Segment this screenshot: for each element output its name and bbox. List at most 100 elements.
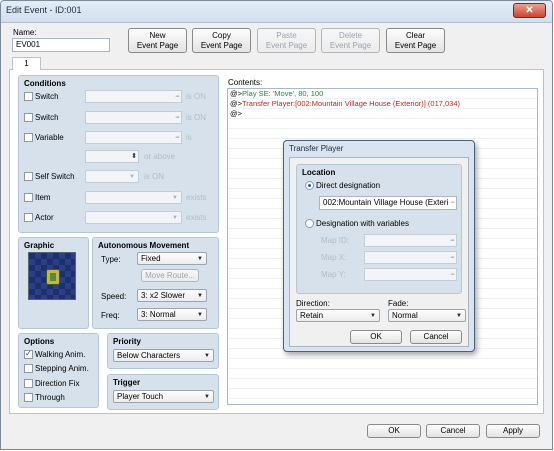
walking-anim-checkbox[interactable] (24, 349, 33, 359)
switch1-select[interactable]: ··· (85, 90, 182, 103)
conditions-title: Conditions (24, 79, 66, 88)
switch1-checkbox[interactable] (24, 92, 33, 101)
through-label: Through (35, 393, 65, 402)
fade-value: Normal (392, 311, 418, 320)
stepping-anim-label: Stepping Anim. (35, 364, 89, 373)
dialog-cancel-button[interactable]: Cancel (410, 330, 462, 344)
clear-event-page-button[interactable]: Clear Event Page (386, 28, 445, 53)
actor-select[interactable]: ▼ (85, 211, 182, 224)
actor-exists: exists (186, 213, 207, 222)
options-title: Options (24, 337, 55, 346)
options-panel: Options Walking Anim. Stepping Anim. Dir… (18, 333, 99, 408)
switch2-is-on: is ON (186, 113, 206, 122)
ok-button[interactable]: OK (367, 424, 421, 438)
delete-page-line1: Delete (338, 30, 363, 40)
move-route-button[interactable]: Move Route... (141, 269, 199, 282)
freq-label: Freq: (101, 311, 120, 320)
browse-icon: ··· (450, 254, 455, 261)
self-switch-checkbox[interactable] (24, 172, 33, 181)
movement-type-select[interactable]: Fixed ▼ (137, 252, 207, 265)
command-line[interactable]: @>Transfer Player:[002:Mountain Village … (230, 99, 460, 108)
map-id-label: Map ID: (321, 236, 350, 245)
direct-designation-radio[interactable] (305, 181, 314, 190)
chevron-down-icon: ▼ (172, 195, 178, 201)
dialog-body: Location Direct designation 002:Mountain… (289, 157, 469, 347)
chevron-down-icon: ▼ (370, 313, 376, 319)
priority-panel: Priority Below Characters ▼ (107, 333, 219, 369)
priority-title: Priority (113, 337, 142, 346)
name-input[interactable]: EV001 (12, 38, 110, 52)
copy-event-page-button[interactable]: Copy Event Page (192, 28, 251, 53)
stepping-anim-checkbox[interactable] (24, 364, 33, 373)
direction-fix-label: Direction Fix (35, 379, 80, 388)
event-sprite-icon (46, 269, 60, 285)
dialog-ok-button[interactable]: OK (350, 330, 402, 344)
self-switch-select[interactable]: ▼ (85, 170, 139, 183)
variable-select[interactable]: ··· (85, 131, 182, 144)
apply-button[interactable]: Apply (486, 424, 540, 438)
through-checkbox[interactable] (24, 393, 33, 402)
chevron-down-icon: ▼ (197, 312, 203, 318)
delete-page-line2: Event Page (329, 40, 372, 50)
map-destination-value: 002:Mountain Village House (Exteri (323, 198, 449, 207)
chevron-down-icon: ▼ (129, 174, 135, 180)
variable-checkbox[interactable] (24, 133, 33, 142)
fade-label: Fade: (388, 299, 409, 308)
walking-anim-label: Walking Anim. (35, 350, 86, 359)
command-line[interactable]: @>Play SE: 'Move', 80, 100 (230, 89, 323, 98)
map-id-variable-field[interactable]: ··· (364, 234, 457, 247)
chevron-down-icon: ▼ (204, 353, 210, 359)
dialog-title: Transfer Player (289, 144, 344, 153)
actor-label: Actor (35, 213, 54, 222)
or-above-label: or above (144, 152, 176, 161)
switch2-select[interactable]: ··· (85, 111, 182, 124)
map-y-variable-field[interactable]: ··· (364, 268, 457, 281)
browse-icon: ··· (450, 199, 455, 206)
direction-fix-checkbox[interactable] (24, 379, 33, 388)
variable-designation-radio[interactable] (305, 219, 314, 228)
trigger-select[interactable]: Player Touch ▼ (113, 390, 214, 403)
tab-page-1[interactable]: 1 (12, 57, 41, 70)
cancel-button[interactable]: Cancel (426, 424, 480, 438)
paste-page-line1: Paste (276, 30, 297, 40)
map-destination-field[interactable]: 002:Mountain Village House (Exteri ··· (319, 196, 457, 210)
fade-select[interactable]: Normal ▼ (388, 309, 466, 322)
switch2-checkbox[interactable] (24, 113, 33, 122)
chevron-down-icon: ▼ (197, 256, 203, 262)
speed-value: 3: x2 Slower (141, 291, 186, 300)
map-x-variable-field[interactable]: ··· (364, 251, 457, 264)
variable-value-stepper[interactable]: ⬍ (85, 150, 139, 163)
delete-event-page-button[interactable]: Delete Event Page (321, 28, 380, 53)
item-checkbox[interactable] (24, 193, 33, 202)
item-select[interactable]: ▼ (85, 191, 182, 204)
paste-event-page-button[interactable]: Paste Event Page (257, 28, 316, 53)
paste-page-line2: Event Page (265, 40, 308, 50)
close-icon[interactable]: ✕ (513, 3, 546, 18)
new-page-line2: Event Page (136, 40, 179, 50)
self-switch-label: Self Switch (35, 172, 75, 181)
speed-select[interactable]: 3: x2 Slower ▼ (137, 289, 207, 302)
freq-select[interactable]: 3: Normal ▼ (137, 308, 207, 321)
variable-label: Variable (35, 133, 64, 142)
command-text: Play SE: 'Move', 80, 100 (242, 89, 324, 98)
switch1-is-on: is ON (186, 92, 206, 101)
variable-browse-icon: ··· (175, 134, 180, 141)
direction-select[interactable]: Retain ▼ (296, 309, 380, 322)
actor-checkbox[interactable] (24, 213, 33, 222)
command-text: Transfer Player:[002:Mountain Village Ho… (242, 99, 461, 108)
chevron-down-icon: ▼ (456, 313, 462, 319)
command-prefix: @> (230, 89, 242, 98)
copy-page-line1: Copy (212, 30, 231, 40)
command-line[interactable]: @> (230, 109, 242, 118)
graphic-preview[interactable] (28, 252, 76, 300)
chevron-down-icon: ▼ (197, 293, 203, 299)
copy-page-line2: Event Page (200, 40, 243, 50)
new-event-page-button[interactable]: New Event Page (128, 28, 187, 53)
switch1-browse-icon: ··· (175, 93, 180, 100)
name-label: Name: (13, 28, 37, 37)
direct-designation-label: Direct designation (316, 181, 381, 190)
self-switch-is-on: is ON (144, 172, 164, 181)
type-label: Type: (101, 255, 121, 264)
priority-select[interactable]: Below Characters ▼ (113, 349, 214, 362)
chevron-down-icon: ▼ (204, 394, 210, 400)
